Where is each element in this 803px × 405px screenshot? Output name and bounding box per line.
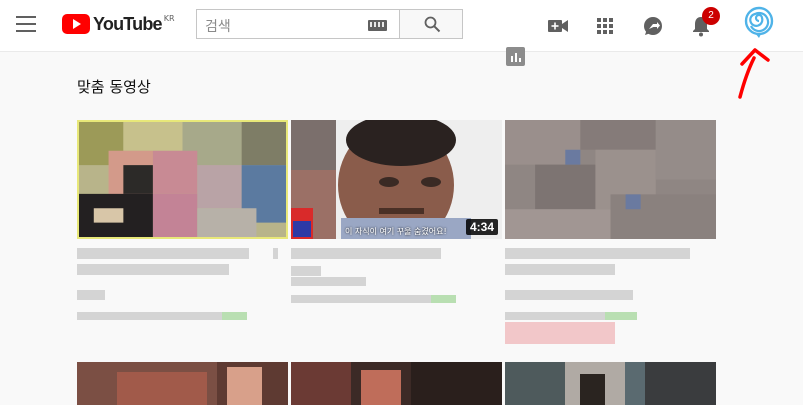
search-icon — [424, 16, 441, 33]
thumbnail-image — [291, 362, 502, 405]
search-input[interactable]: 검색 — [196, 9, 399, 39]
logo-text: YouTube — [93, 13, 163, 34]
pixelated-thumbnail-image — [79, 122, 286, 237]
video-thumbnail[interactable] — [505, 362, 716, 405]
annotation-arrow — [738, 48, 770, 99]
keyboard-icon[interactable] — [368, 20, 387, 31]
video-thumbnail[interactable] — [77, 120, 288, 239]
stats-icon[interactable] — [506, 47, 525, 66]
thumbnail-image — [505, 362, 716, 405]
play-logo-icon — [62, 14, 90, 34]
search-bar: 검색 — [196, 9, 463, 39]
youtube-logo[interactable]: YouTube KR — [62, 13, 175, 35]
masthead: YouTube KR 검색 2 — [0, 0, 803, 52]
video-thumbnail[interactable] — [77, 362, 288, 405]
section-title: 맞춤 동영상 — [77, 78, 151, 96]
video-camera-icon[interactable] — [546, 14, 570, 38]
avatar-swirl-icon[interactable] — [742, 6, 776, 40]
thumbnail-image — [77, 362, 288, 405]
video-thumbnail[interactable] — [291, 362, 502, 405]
pixelated-thumbnail-image — [505, 120, 716, 239]
duration-badge: 4:34 — [465, 219, 498, 235]
search-placeholder: 검색 — [205, 19, 231, 35]
apps-grid-icon[interactable] — [593, 14, 617, 38]
messages-icon[interactable] — [641, 14, 665, 38]
video-thumbnail[interactable] — [505, 120, 716, 239]
video-thumbnail[interactable]: 이 자식이 여기 꾸울 숨겼어요! 4:34 — [291, 120, 502, 239]
menu-icon[interactable] — [16, 16, 36, 32]
notification-badge: 2 — [702, 7, 720, 25]
search-button[interactable] — [399, 9, 463, 39]
subtitle-caption: 이 자식이 여기 꾸울 숨겼어요! — [345, 227, 447, 236]
logo-region: KR — [163, 14, 175, 23]
